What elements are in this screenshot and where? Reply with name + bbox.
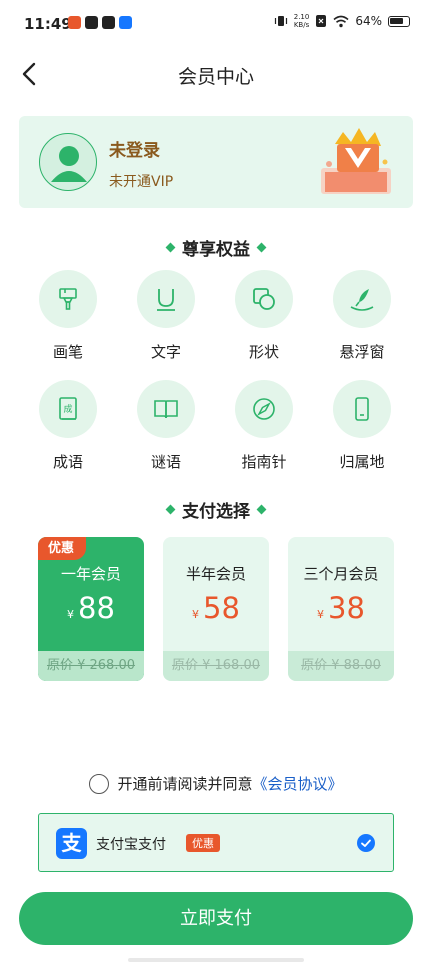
benefit-shape[interactable]: 形状 (215, 270, 313, 362)
diamond-icon (165, 242, 176, 253)
notification-icons (68, 16, 132, 29)
plan-price: ¥88 (67, 591, 115, 625)
phone-location-icon (355, 397, 369, 421)
avatar (39, 133, 97, 191)
svg-text:成: 成 (63, 403, 72, 415)
diamond-icon (256, 504, 267, 515)
home-indicator[interactable] (128, 958, 304, 962)
plan-original-price: 原价 ¥ 268.00 (38, 651, 144, 681)
benefit-idiom[interactable]: 成 成语 (19, 380, 117, 472)
payment-method-alipay[interactable]: 支 支付宝支付 优惠 (38, 813, 394, 872)
alipay-notification-icon (119, 16, 132, 29)
benefit-label: 成语 (52, 453, 83, 471)
check-icon (357, 834, 375, 852)
payment-title: 支付选择 (0, 497, 432, 522)
benefit-brush[interactable]: 画笔 (19, 270, 117, 362)
wifi-icon (333, 15, 349, 27)
battery-icon (388, 15, 410, 27)
status-bar: 11:49 2.10 KB/s 64% (0, 0, 432, 50)
plan-name: 半年会员 (185, 565, 246, 583)
battery-percent: 64% (355, 14, 382, 28)
agreement-link[interactable]: 《会员协议》 (253, 775, 343, 793)
benefit-label: 谜语 (150, 453, 181, 471)
vip-gift-icon (321, 128, 391, 194)
app-notification-icon (85, 16, 98, 29)
benefit-floating-window[interactable]: 悬浮窗 (313, 270, 411, 362)
alipay-icon: 支 (56, 828, 87, 859)
discount-badge: 优惠 (38, 537, 87, 560)
agreement-row: 开通前请阅读并同意《会员协议》 (0, 773, 432, 794)
plan-one-year[interactable]: 优惠 一年会员 ¥88 原价 ¥ 268.00 (38, 537, 144, 681)
vibrate-icon (274, 16, 287, 26)
diamond-icon (256, 242, 267, 253)
diamond-icon (165, 504, 176, 515)
app-notification-icon (102, 16, 115, 29)
brush-icon (59, 288, 77, 310)
plan-price: ¥38 (317, 591, 365, 625)
benefit-compass[interactable]: 指南针 (215, 380, 313, 472)
text-icon (157, 289, 175, 311)
shape-icon (253, 288, 275, 310)
status-time: 11:49 (24, 15, 72, 33)
benefits-title: 尊享权益 (0, 235, 432, 260)
plan-price: ¥58 (192, 591, 240, 625)
plan-original-price: 原价 ¥ 168.00 (163, 651, 269, 681)
user-icon (51, 146, 87, 182)
benefit-label: 悬浮窗 (339, 343, 385, 361)
floating-window-icon (350, 289, 374, 311)
agreement-radio[interactable] (89, 773, 110, 794)
benefit-riddle[interactable]: 谜语 (117, 380, 215, 472)
sim-icon (316, 15, 327, 27)
status-indicators: 2.10 KB/s 64% (274, 13, 410, 29)
benefit-text[interactable]: 文字 (117, 270, 215, 362)
payment-method-label: 支付宝支付 (96, 837, 166, 853)
agreement-text: 开通前请阅读并同意 (117, 775, 253, 793)
user-name: 未登录 (109, 141, 160, 161)
benefit-phone-location[interactable]: 归属地 (313, 380, 411, 472)
pay-now-button[interactable]: 立即支付 (19, 892, 413, 945)
network-speed: 2.10 KB/s (293, 13, 310, 29)
benefit-label: 指南针 (241, 453, 287, 471)
page-title: 会员中心 (177, 66, 254, 88)
payment-discount-badge: 优惠 (186, 834, 220, 852)
idiom-book-icon: 成 (59, 397, 77, 420)
plan-name: 三个月会员 (303, 565, 379, 583)
plan-half-year[interactable]: 半年会员 ¥58 原价 ¥ 168.00 (163, 537, 269, 681)
benefit-label: 形状 (248, 343, 279, 361)
plan-three-months[interactable]: 三个月会员 ¥38 原价 ¥ 88.00 (288, 537, 394, 681)
benefit-label: 画笔 (52, 343, 83, 361)
header: 会员中心 (0, 50, 432, 100)
app-notification-icon (68, 16, 81, 29)
vip-status: 未开通VIP (109, 174, 174, 190)
riddle-book-icon (154, 400, 178, 419)
user-card[interactable]: 未登录 未开通VIP (19, 116, 413, 208)
plan-name: 一年会员 (60, 565, 121, 583)
benefit-label: 归属地 (339, 453, 385, 471)
compass-icon (253, 398, 275, 420)
benefit-label: 文字 (150, 343, 181, 361)
plan-original-price: 原价 ¥ 88.00 (288, 651, 394, 681)
